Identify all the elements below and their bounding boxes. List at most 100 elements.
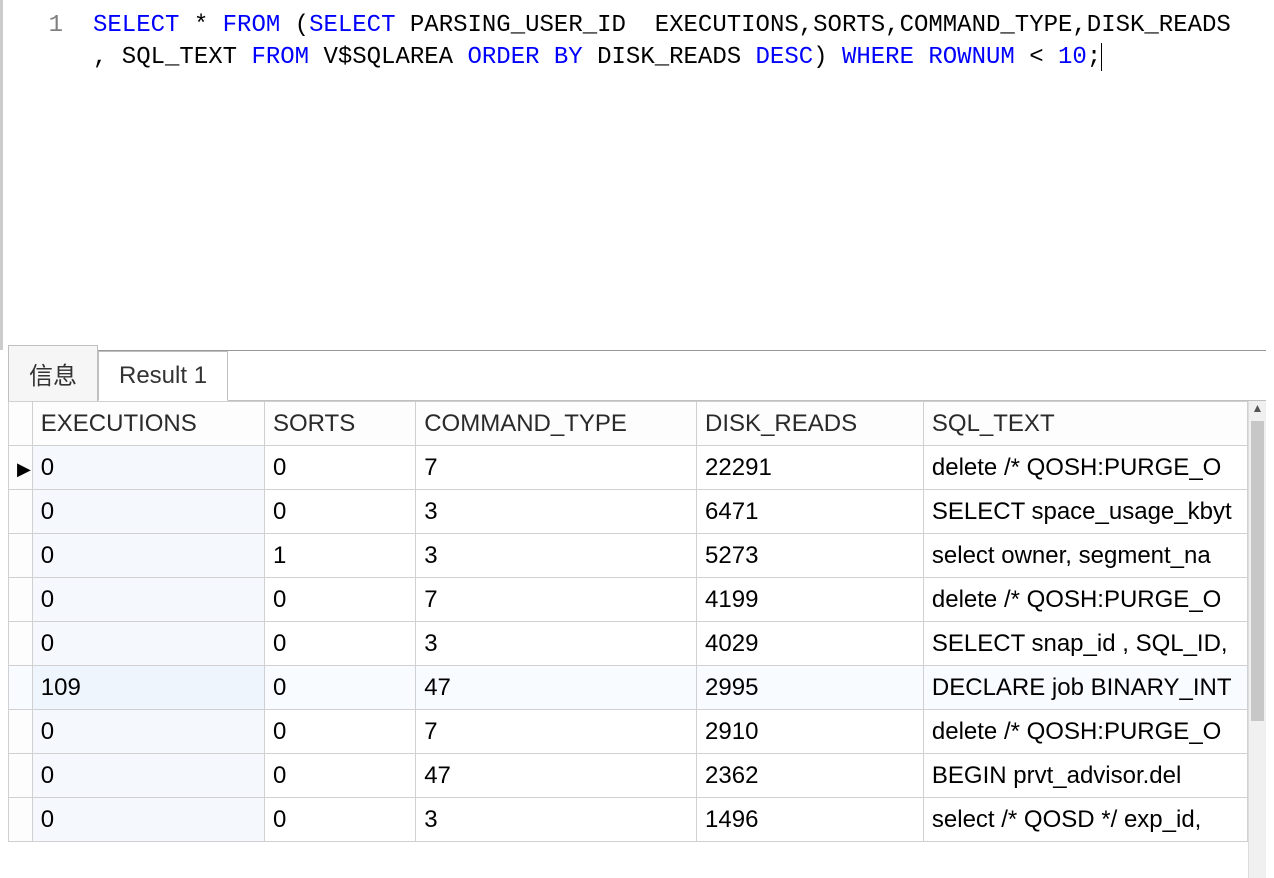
cell-command-type[interactable]: 7 [416,446,697,490]
cell-disk-reads[interactable]: 2362 [697,754,924,798]
cell-command-type[interactable]: 3 [416,534,697,578]
cell-executions[interactable]: 0 [32,446,264,490]
cell-executions[interactable]: 0 [32,798,264,842]
code-line: 1 SELECT * FROM (SELECT PARSING_USER_ID … [3,10,1274,75]
results-panel: 信息 Result 1 EXECUTIONS SORTS [8,350,1266,878]
row-selector-cell[interactable]: ▶ [9,446,33,490]
sql-token: * [179,12,222,39]
sql-token: SELECT [309,12,395,39]
row-selector-cell[interactable] [9,798,33,842]
row-selector-cell[interactable] [9,490,33,534]
col-header-executions[interactable]: EXECUTIONS [32,402,264,446]
scroll-up-icon[interactable]: ▲ [1249,401,1266,419]
cell-disk-reads[interactable]: 1496 [697,798,924,842]
cell-sorts[interactable]: 0 [264,578,415,622]
cell-sql-text[interactable]: delete /* QOSH:PURGE_O [923,578,1247,622]
cell-sorts[interactable]: 0 [264,446,415,490]
cell-command-type[interactable]: 3 [416,622,697,666]
sql-token: ORDER BY [467,44,582,71]
row-selector-cell[interactable] [9,534,33,578]
cell-sql-text[interactable]: BEGIN prvt_advisor.del [923,754,1247,798]
cell-command-type[interactable]: 47 [416,666,697,710]
cell-disk-reads[interactable]: 22291 [697,446,924,490]
cell-sorts[interactable]: 0 [264,710,415,754]
sql-token: WHERE [842,44,914,71]
sql-token: ; [1087,44,1101,71]
col-header-sql-text[interactable]: SQL_TEXT [923,402,1247,446]
table-row[interactable]: 0034029SELECT snap_id , SQL_ID, [9,622,1248,666]
cell-sorts[interactable]: 0 [264,622,415,666]
cell-executions[interactable]: 0 [32,754,264,798]
table-row[interactable]: 0135273select owner, segment_na [9,534,1248,578]
col-header-disk-reads[interactable]: DISK_READS [697,402,924,446]
cell-disk-reads[interactable]: 5273 [697,534,924,578]
table-header-row: EXECUTIONS SORTS COMMAND_TYPE DISK_READS… [9,402,1248,446]
cell-sorts[interactable]: 1 [264,534,415,578]
row-selector-cell[interactable] [9,666,33,710]
sql-token: < [1015,44,1058,71]
sql-token [914,44,928,71]
table-row[interactable]: 0074199delete /* QOSH:PURGE_O [9,578,1248,622]
sql-token: FROM [251,44,309,71]
cell-disk-reads[interactable]: 2995 [697,666,924,710]
cell-executions[interactable]: 0 [32,710,264,754]
result-table: EXECUTIONS SORTS COMMAND_TYPE DISK_READS… [8,401,1248,842]
table-row[interactable]: 1090472995DECLARE job BINARY_INT [9,666,1248,710]
code-content[interactable]: SELECT * FROM (SELECT PARSING_USER_ID EX… [93,10,1274,75]
cell-disk-reads[interactable]: 4199 [697,578,924,622]
cell-sql-text[interactable]: SELECT snap_id , SQL_ID, [923,622,1247,666]
table-row[interactable]: 0036471SELECT space_usage_kbyt [9,490,1248,534]
table-row[interactable]: 0072910delete /* QOSH:PURGE_O [9,710,1248,754]
cell-command-type[interactable]: 7 [416,578,697,622]
cell-command-type[interactable]: 7 [416,710,697,754]
sql-token: 10 [1058,44,1087,71]
cell-sql-text[interactable]: SELECT space_usage_kbyt [923,490,1247,534]
sql-editor[interactable]: 1 SELECT * FROM (SELECT PARSING_USER_ID … [0,0,1274,350]
result-grid-scroll[interactable]: EXECUTIONS SORTS COMMAND_TYPE DISK_READS… [8,401,1248,878]
cell-sql-text[interactable]: select /* QOSD */ exp_id, [923,798,1247,842]
cell-sorts[interactable]: 0 [264,754,415,798]
sql-token: ROWNUM [928,44,1014,71]
cell-executions[interactable]: 0 [32,490,264,534]
tab-info[interactable]: 信息 [8,345,98,401]
sql-token: ) [813,44,842,71]
row-selector-cell[interactable] [9,578,33,622]
cell-sql-text[interactable]: delete /* QOSH:PURGE_O [923,710,1247,754]
result-tabs: 信息 Result 1 [8,351,1266,401]
cell-sql-text[interactable]: select owner, segment_na [923,534,1247,578]
row-selector-cell[interactable] [9,754,33,798]
cell-sorts[interactable]: 0 [264,490,415,534]
cell-command-type[interactable]: 3 [416,490,697,534]
table-row[interactable]: 0031496select /* QOSD */ exp_id, [9,798,1248,842]
table-row[interactable]: 00472362BEGIN prvt_advisor.del [9,754,1248,798]
cell-executions[interactable]: 0 [32,622,264,666]
sql-token: DISK_READS [583,44,756,71]
row-selector-header[interactable] [9,402,33,446]
cell-executions[interactable]: 0 [32,534,264,578]
sql-token: ( [280,12,309,39]
tab-result-1[interactable]: Result 1 [98,351,228,401]
sql-token: FROM [223,12,281,39]
cell-sql-text[interactable]: delete /* QOSH:PURGE_O [923,446,1247,490]
cell-sorts[interactable]: 0 [264,666,415,710]
col-header-command-type[interactable]: COMMAND_TYPE [416,402,697,446]
scrollbar-thumb[interactable] [1251,421,1264,721]
cell-executions[interactable]: 0 [32,578,264,622]
cell-executions[interactable]: 109 [32,666,264,710]
col-header-sorts[interactable]: SORTS [264,402,415,446]
cell-command-type[interactable]: 3 [416,798,697,842]
sql-token: SELECT [93,12,179,39]
vertical-scrollbar[interactable]: ▲ [1248,401,1266,878]
row-selector-cell[interactable] [9,622,33,666]
cell-sorts[interactable]: 0 [264,798,415,842]
cell-command-type[interactable]: 47 [416,754,697,798]
row-selector-cell[interactable] [9,710,33,754]
cell-disk-reads[interactable]: 6471 [697,490,924,534]
row-pointer-icon: ▶ [17,459,31,479]
result-grid-wrap: EXECUTIONS SORTS COMMAND_TYPE DISK_READS… [8,401,1266,878]
text-cursor [1101,43,1102,72]
cell-disk-reads[interactable]: 2910 [697,710,924,754]
cell-sql-text[interactable]: DECLARE job BINARY_INT [923,666,1247,710]
cell-disk-reads[interactable]: 4029 [697,622,924,666]
table-row[interactable]: ▶00722291delete /* QOSH:PURGE_O [9,446,1248,490]
